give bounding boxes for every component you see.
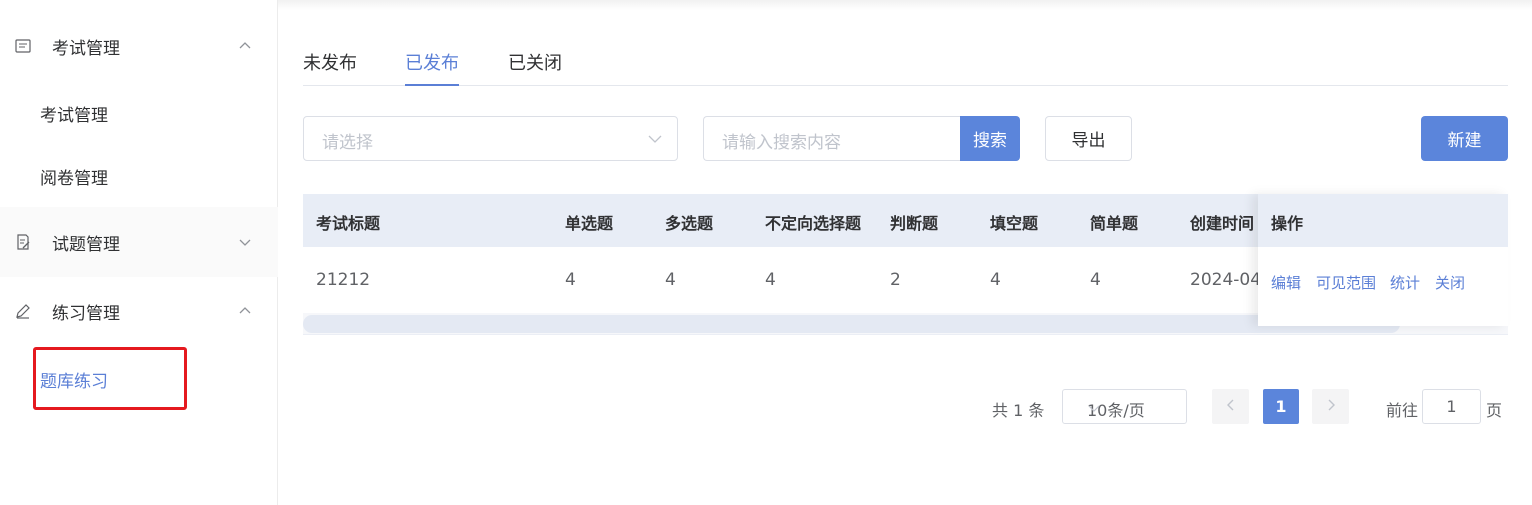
edit-link[interactable]: 编辑	[1271, 272, 1301, 293]
cell-title: 21212	[316, 270, 371, 290]
select-placeholder: 请选择	[322, 133, 373, 153]
next-page-button[interactable]	[1312, 389, 1349, 424]
search-placeholder: 请输入搜索内容	[722, 133, 841, 153]
status-tabs: 未发布 已发布 已关闭	[303, 44, 1508, 86]
chevron-up-icon	[237, 38, 253, 54]
chevron-down-icon	[1087, 400, 1101, 414]
column-header-actions-label: 操作	[1271, 214, 1304, 233]
menu-group-label: 试题管理	[52, 234, 120, 255]
app-root: 考试管理 考试管理 阅卷管理 试题管理 练习管理 题库练习 未发布 已发布 已关…	[0, 0, 1532, 505]
page-size-select[interactable]: 10条/页	[1062, 389, 1187, 424]
cell-multi: 4	[665, 270, 676, 290]
prev-page-button[interactable]	[1212, 389, 1249, 424]
pencil-icon	[14, 302, 32, 320]
column-header-actions: 操作	[1258, 194, 1508, 247]
exam-table: 考试标题 单选题 多选题 不定向选择题 判断题 填空题 简单题 创建时间 212…	[303, 194, 1508, 336]
cell-single: 4	[565, 270, 576, 290]
filter-select[interactable]: 请选择	[303, 116, 678, 161]
menu-group-exam[interactable]: 考试管理	[0, 11, 278, 81]
page-suffix-label: 页	[1486, 401, 1503, 420]
column-header-multi: 多选题	[665, 214, 714, 233]
menu-group-practice[interactable]: 练习管理	[0, 276, 278, 346]
tab-closed[interactable]: 已关闭	[508, 49, 562, 86]
column-header-created: 创建时间	[1190, 214, 1255, 233]
sidebar-item-exam-manage[interactable]: 考试管理	[40, 101, 108, 126]
highlight-annotation-box	[33, 347, 187, 410]
horizontal-scrollbar[interactable]	[303, 315, 1400, 333]
search-button[interactable]: 搜索	[960, 116, 1020, 161]
sidebar: 考试管理 考试管理 阅卷管理 试题管理 练习管理 题库练习	[0, 0, 278, 505]
tab-unpublished[interactable]: 未发布	[303, 49, 357, 86]
column-header-title: 考试标题	[316, 214, 381, 233]
column-header-indefinite: 不定向选择题	[765, 214, 862, 233]
new-button[interactable]: 新建	[1421, 116, 1508, 161]
actions-column: 操作 编辑 可见范围 统计 关闭	[1258, 194, 1508, 326]
cell-simple: 4	[1090, 270, 1101, 290]
edit-doc-icon	[14, 233, 32, 251]
column-header-single: 单选题	[565, 214, 614, 233]
chevron-left-icon	[1224, 397, 1238, 416]
goto-label: 前往	[1386, 401, 1419, 420]
column-header-judge: 判断题	[890, 214, 939, 233]
cell-fill: 4	[990, 270, 1001, 290]
menu-group-questions[interactable]: 试题管理	[0, 207, 278, 277]
sidebar-item-grading[interactable]: 阅卷管理	[40, 164, 108, 189]
cell-judge: 2	[890, 270, 901, 290]
export-button[interactable]: 导出	[1045, 116, 1132, 161]
chevron-down-icon	[237, 234, 253, 250]
cell-indefinite: 4	[765, 270, 776, 290]
search-input[interactable]: 请输入搜索内容	[703, 116, 961, 161]
menu-group-label: 练习管理	[52, 303, 120, 324]
menu-group-label: 考试管理	[52, 38, 120, 59]
goto-page-input[interactable]: 1	[1422, 389, 1481, 424]
column-header-simple: 简单题	[1090, 214, 1139, 233]
header-shadow	[278, 0, 1532, 10]
exam-doc-icon	[14, 37, 32, 55]
page-number-current[interactable]: 1	[1263, 389, 1299, 424]
visibility-scope-link[interactable]: 可见范围	[1316, 272, 1376, 293]
close-link[interactable]: 关闭	[1435, 272, 1465, 293]
cell-created: 2024-04-	[1190, 270, 1268, 290]
column-header-fill: 填空题	[990, 214, 1039, 233]
tab-published[interactable]: 已发布	[405, 49, 459, 86]
statistics-link[interactable]: 统计	[1390, 272, 1420, 293]
chevron-up-icon	[237, 303, 253, 319]
chevron-down-icon	[647, 131, 663, 147]
pagination-total: 共 1 条	[992, 401, 1045, 420]
chevron-right-icon	[1324, 397, 1338, 416]
